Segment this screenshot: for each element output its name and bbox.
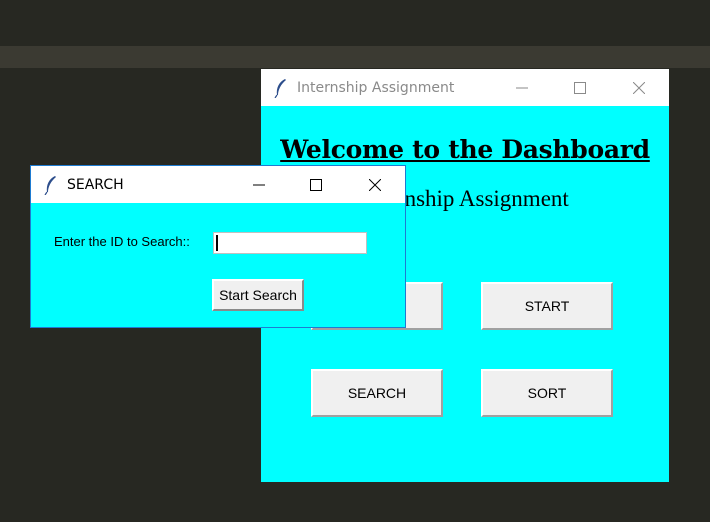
minimize-button[interactable]: [499, 69, 545, 106]
start-button[interactable]: START: [481, 282, 613, 330]
maximize-icon: [574, 81, 586, 94]
text-caret: [216, 235, 218, 251]
minimize-icon: [253, 184, 265, 185]
close-button[interactable]: [616, 69, 662, 106]
window-title: Internship Assignment: [297, 79, 455, 96]
start-search-button[interactable]: Start Search: [212, 279, 304, 311]
close-icon: [369, 178, 381, 191]
close-icon: [633, 81, 645, 94]
search-dialog: SEARCH Enter the ID to Search:: Start Se…: [30, 165, 406, 328]
search-id-input[interactable]: [213, 232, 367, 254]
maximize-button[interactable]: [557, 69, 603, 106]
sort-button[interactable]: SORT: [481, 369, 613, 417]
main-titlebar[interactable]: Internship Assignment: [261, 69, 669, 106]
search-id-label: Enter the ID to Search::: [54, 234, 190, 249]
minimize-button[interactable]: [236, 166, 282, 203]
search-titlebar[interactable]: SEARCH: [31, 166, 405, 203]
close-button[interactable]: [352, 166, 398, 203]
dialog-title: SEARCH: [67, 176, 124, 193]
feather-icon: [274, 78, 286, 98]
editor-tab-bar: [0, 46, 710, 68]
search-button[interactable]: SEARCH: [311, 369, 443, 417]
minimize-icon: [516, 87, 528, 88]
dashboard-heading: Welcome to the Dashboard: [280, 135, 650, 164]
feather-icon: [44, 175, 56, 195]
maximize-button[interactable]: [293, 166, 339, 203]
maximize-icon: [310, 178, 322, 191]
